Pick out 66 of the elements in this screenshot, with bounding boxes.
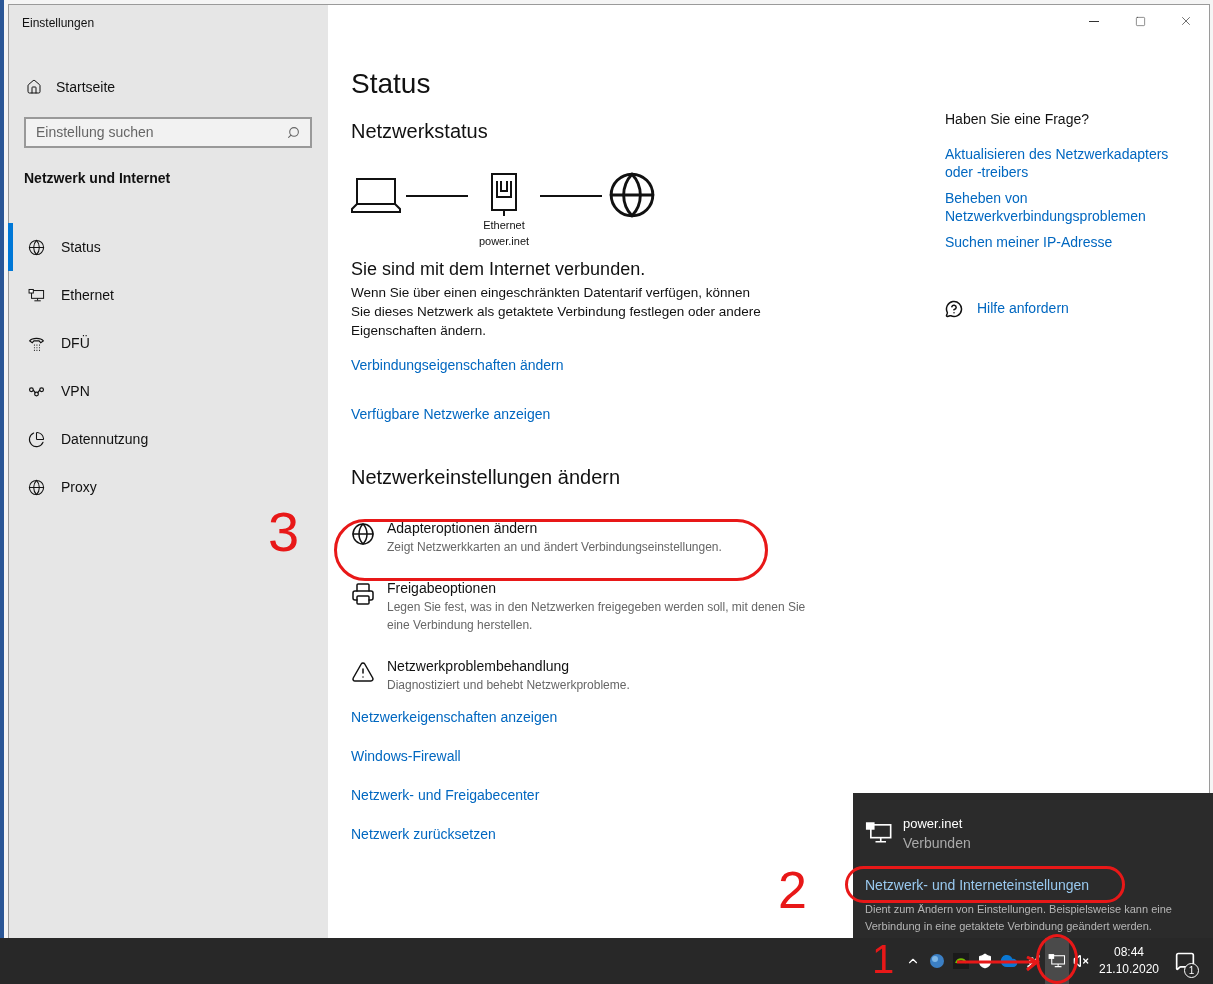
help-link[interactable]: Suchen meiner IP-Adresse <box>945 233 1113 251</box>
nav-item[interactable]: DFÜ <box>8 319 328 367</box>
network-status: Verbunden <box>903 834 971 853</box>
globe-icon <box>607 170 657 220</box>
settings-link[interactable]: Verfügbare Netzwerke anzeigen <box>351 404 551 424</box>
search-icon <box>287 126 300 139</box>
network-label: power.inet <box>478 234 530 249</box>
printer-icon <box>351 582 375 606</box>
help-link[interactable]: Aktualisieren des Netzwerkadapters oder -treibers <box>945 145 1185 181</box>
network-icon <box>865 821 893 845</box>
get-help-link[interactable]: Hilfe anfordern <box>945 298 1069 319</box>
pie-chart-icon <box>28 430 45 448</box>
notification-button[interactable]: 1 <box>1165 938 1205 984</box>
notification-badge: 1 <box>1184 963 1199 978</box>
annotation-circle <box>1036 934 1078 984</box>
connection-headline: Sie sind mit dem Internet verbunden. <box>351 258 646 281</box>
ethernet-port-icon <box>490 173 518 217</box>
settings-option[interactable]: Freigabeoptionen Legen Sie fest, was in den Netzwerken freigegeben werden soll, mit denen Sie eine Verbindung herstellen. <box>351 578 807 634</box>
settings-link[interactable]: Windows-Firewall <box>351 746 461 766</box>
globe-icon <box>28 478 45 496</box>
adapter-label: Ethernet <box>483 218 525 233</box>
search-field[interactable]: Einstellung suchen <box>24 117 312 148</box>
section-heading: Netzwerkeinstellungen ändern <box>351 465 621 490</box>
network-name: power.inet <box>903 815 964 833</box>
connection-line <box>406 195 468 197</box>
settings-option[interactable]: Netzwerkproblembehandlung Diagnostiziert und behebt Netzwerkprobleme. <box>351 656 807 694</box>
home-icon <box>26 79 42 95</box>
maximize-icon <box>1134 15 1146 27</box>
nav-item[interactable]: Ethernet <box>8 271 328 319</box>
connection-description: Wenn Sie über einen eingeschränkten Datentarif verfügen, können Sie dieses Netzwerk als getaktete Verbindung festlegen oder andere Eigenschaften ändern. <box>351 284 762 340</box>
section-heading: Netzwerkstatus <box>351 119 488 144</box>
settings-link[interactable]: Verbindungseigenschaften ändern <box>351 355 564 375</box>
settings-link[interactable]: Netzwerk zurücksetzen <box>351 824 496 844</box>
globe-icon <box>351 522 375 546</box>
settings-link[interactable]: Netzwerkeigenschaften anzeigen <box>351 707 558 727</box>
annotation-number: 1 <box>872 936 895 982</box>
annotation-number: 2 <box>778 860 807 920</box>
option-description: Diagnostiziert und behebt Netzwerkprobleme. <box>387 677 631 694</box>
laptop-icon <box>351 177 401 213</box>
nav-item[interactable]: VPN <box>8 367 328 415</box>
help-chat-icon <box>945 299 963 318</box>
nav-item[interactable]: Datennutzung <box>8 415 328 463</box>
help-heading: Haben Sie eine Frage? <box>945 110 1089 129</box>
connection-line <box>540 195 602 197</box>
settings-link[interactable]: Netzwerk- und Interneteinstellungen <box>865 875 1090 895</box>
ethernet-icon <box>28 286 45 304</box>
settings-option[interactable]: Adapteroptionen ändern Zeigt Netzwerkkarten an und ändert Verbindungseinstellungen. <box>351 518 807 556</box>
warning-icon <box>351 660 375 684</box>
page-title: Status <box>351 67 431 101</box>
window-title: Einstellungen <box>21 15 96 31</box>
settings-link[interactable]: Netzwerk- und Freigabecenter <box>351 785 540 805</box>
option-title: Freigabeoptionen <box>387 579 497 598</box>
section-heading: Netzwerk und Internet <box>23 169 172 188</box>
home-nav-item[interactable]: Startseite <box>9 75 328 99</box>
option-description: Zeigt Netzwerkkarten an und ändert Verbindungseinstellungen. <box>387 539 723 556</box>
tray-icon[interactable] <box>1045 938 1069 984</box>
option-description: Legen Sie fest, was in den Netzwerken freigegeben werden soll, mit denen Sie eine Verbindung herstellen. <box>387 599 807 634</box>
search-input[interactable]: Einstellung suchen <box>36 122 287 143</box>
close-icon <box>1179 14 1193 28</box>
settings-description: Dient zum Ändern von Einstellungen. Beispielsweise kann eine Verbindung in eine getaktete Verbindung geändert werden. <box>865 902 1173 934</box>
minimize-icon <box>1089 20 1099 22</box>
clock[interactable]: 08:44 21.10.2020 <box>1093 944 1165 978</box>
option-title: Adapteroptionen ändern <box>387 519 539 538</box>
option-title: Netzwerkproblembehandlung <box>387 657 571 676</box>
help-link[interactable]: Beheben von Netzwerkverbindungsproblemen <box>945 189 1185 225</box>
globe-icon <box>28 238 45 256</box>
